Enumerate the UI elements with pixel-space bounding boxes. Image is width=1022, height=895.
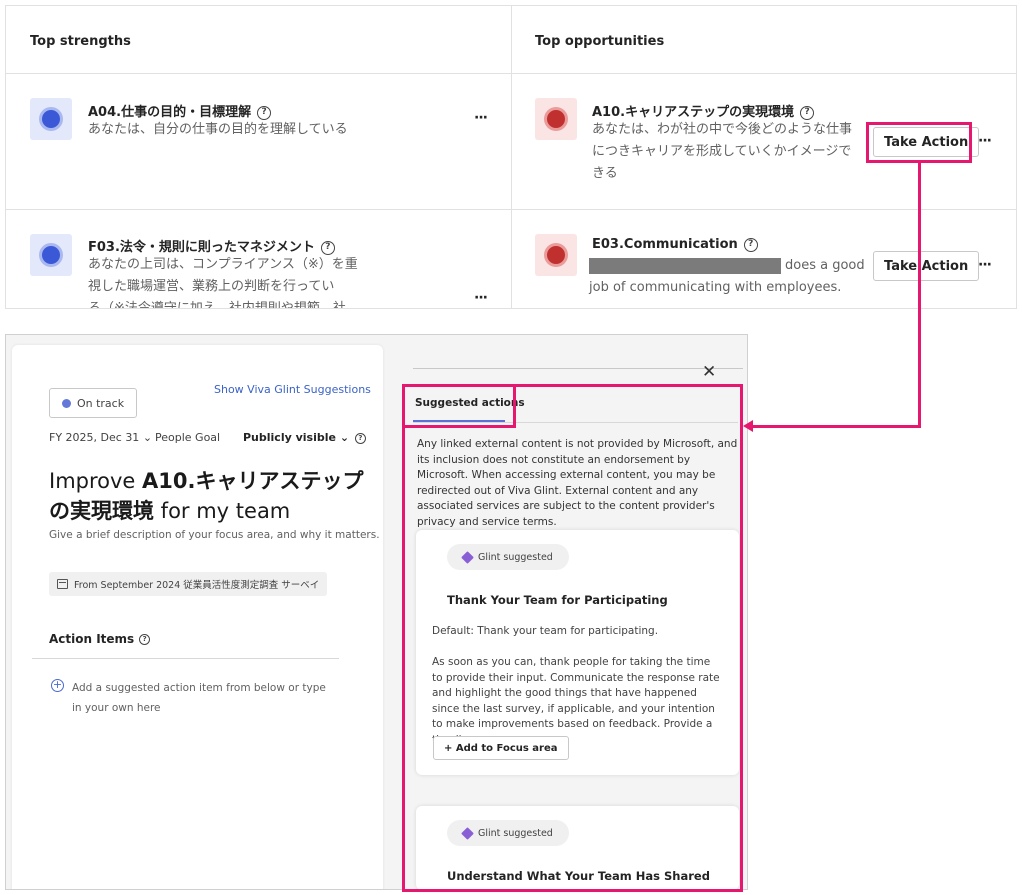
add-circle-icon[interactable]: +: [51, 679, 64, 692]
red-circle-icon: [535, 98, 577, 140]
help-icon[interactable]: ?: [320, 240, 335, 255]
top-opportunities-header: Top opportunities: [535, 34, 665, 49]
help-icon[interactable]: ?: [257, 105, 272, 120]
screenshot-root: Top strengths Top opportunities A04.仕事の目…: [0, 0, 1022, 895]
chevron-down-icon: ⌄: [142, 431, 153, 444]
redacted-block: [589, 257, 781, 274]
more-options-button[interactable]: ···: [474, 110, 488, 126]
source-chip: From September 2024 従業員活性度測定調査 サーベイ: [49, 572, 328, 596]
more-options-button[interactable]: ···: [474, 290, 488, 306]
opportunity-item-title[interactable]: E03.Communication?: [592, 237, 758, 252]
close-icon[interactable]: ✕: [702, 362, 716, 382]
info-icon[interactable]: ?: [139, 634, 151, 645]
calendar-icon: [57, 579, 68, 589]
connector-line: [918, 163, 921, 428]
status-button[interactable]: On track: [49, 388, 137, 418]
visibility-selector[interactable]: Publicly visible ⌄ ?: [243, 431, 366, 444]
strength-item-desc: あなたは、自分の仕事の目的を理解している: [88, 122, 348, 137]
more-options-button[interactable]: ···: [978, 257, 992, 273]
column-divider: [511, 6, 512, 308]
pane-top-line: [413, 368, 743, 369]
help-icon[interactable]: ?: [743, 237, 758, 252]
top-strengths-header: Top strengths: [30, 34, 131, 49]
strength-item-title[interactable]: A04.仕事の目的・目標理解?: [88, 101, 272, 120]
focus-area-title[interactable]: Improve A10.キャリアステップの実現環境 for my team: [49, 466, 369, 526]
connector-line: [752, 425, 921, 428]
strength-item-desc: あなたの上司は、コンプライアンス（※）を重視した職場運営、業務上の判断を行ってい…: [88, 257, 358, 309]
highlight-box-take-action: [866, 122, 972, 163]
header-divider: [6, 73, 1016, 74]
add-action-item-input[interactable]: Add a suggested action item from below o…: [72, 678, 332, 718]
red-circle-icon: [535, 234, 577, 276]
blue-circle-icon: [30, 234, 72, 276]
opportunity-item-title[interactable]: A10.キャリアステップの実現環境?: [592, 101, 815, 120]
row-divider: [6, 209, 1016, 210]
help-icon[interactable]: ?: [800, 105, 815, 120]
more-options-button[interactable]: ···: [978, 133, 992, 149]
strength-item-title[interactable]: F03.法令・規則に則ったマネジメント?: [88, 236, 335, 255]
opportunity-item-desc: does a good job of communicating with emp…: [589, 257, 865, 295]
highlight-box-suggested-panel: [402, 384, 743, 892]
focus-area-editor: On track Show Viva Glint Suggestions FY …: [12, 345, 383, 889]
action-items-title: Action Items?: [49, 632, 151, 646]
status-label: On track: [76, 396, 125, 410]
goal-type-label: People Goal: [155, 431, 221, 444]
divider: [32, 658, 339, 659]
opportunity-item-desc: あなたは、わが社の中で今後どのような仕事につきキャリアを形成していくかイメージで…: [592, 122, 853, 181]
take-action-button[interactable]: Take Action: [873, 251, 980, 281]
blue-circle-icon: [30, 98, 72, 140]
due-date-selector[interactable]: FY 2025, Dec 31 ⌄: [49, 431, 152, 444]
show-suggestions-link[interactable]: Show Viva Glint Suggestions: [214, 383, 371, 396]
status-dot-icon: [61, 398, 71, 408]
info-icon[interactable]: ?: [354, 432, 366, 444]
arrow-head-icon: [743, 420, 753, 432]
chevron-down-icon: ⌄: [339, 431, 350, 444]
description-input[interactable]: Give a brief description of your focus a…: [49, 529, 380, 541]
